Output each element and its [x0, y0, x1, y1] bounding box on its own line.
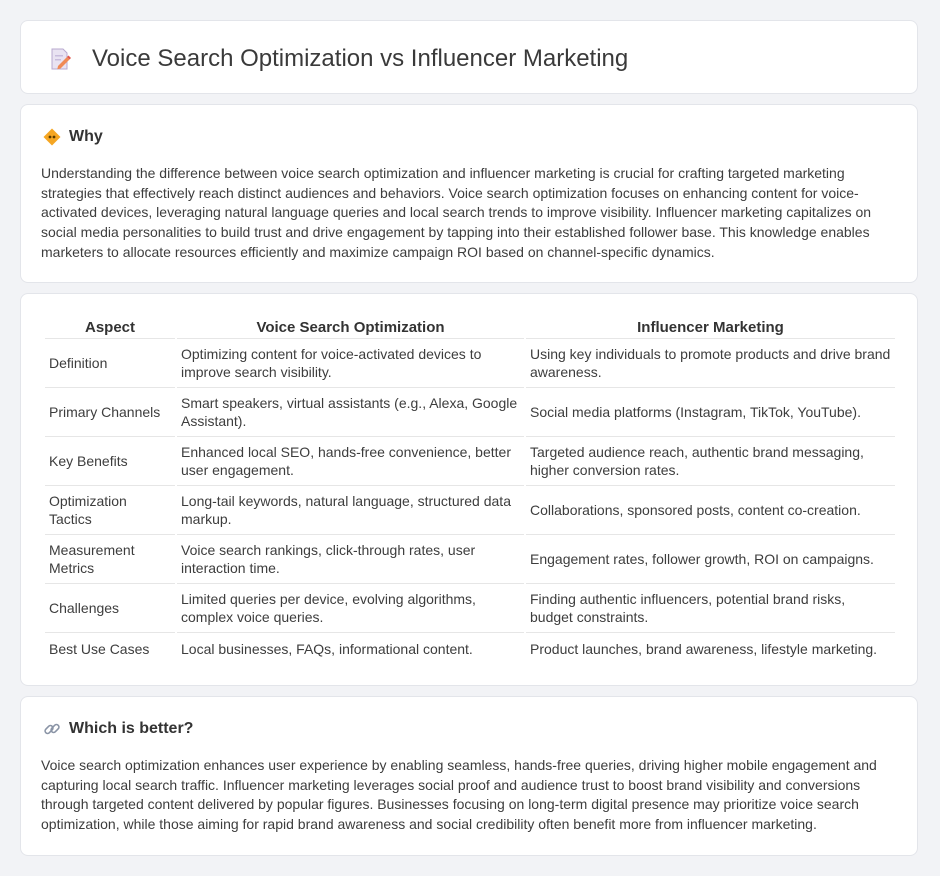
cell-voice-search: Smart speakers, virtual assistants (e.g.… [177, 388, 524, 437]
header-voice-search: Voice Search Optimization [177, 316, 524, 339]
page-title: Voice Search Optimization vs Influencer … [92, 45, 629, 72]
comparison-table: Aspect Voice Search Optimization Influen… [43, 316, 897, 665]
cell-voice-search: Voice search rankings, click-through rat… [177, 535, 524, 584]
better-title: Which is better? [69, 720, 194, 737]
table-row: Challenges Limited queries per device, e… [45, 584, 895, 633]
cell-voice-search: Enhanced local SEO, hands-free convenien… [177, 437, 524, 486]
diamond-sign-icon [43, 128, 61, 146]
cell-influencer: Targeted audience reach, authentic brand… [526, 437, 895, 486]
cell-influencer: Finding authentic influencers, potential… [526, 584, 895, 633]
table-header-row: Aspect Voice Search Optimization Influen… [45, 316, 895, 339]
cell-aspect: Measurement Metrics [45, 535, 175, 584]
document-pencil-icon [51, 48, 71, 70]
better-body: Voice search optimization enhances user … [41, 757, 877, 833]
comparison-section: Aspect Voice Search Optimization Influen… [20, 293, 918, 686]
cell-influencer: Product launches, brand awareness, lifes… [530, 641, 878, 657]
table-row: Primary Channels Smart speakers, virtual… [45, 388, 895, 437]
cell-voice-search: Long-tail keywords, natural language, st… [177, 486, 524, 535]
title-card: Voice Search Optimization vs Influencer … [20, 20, 918, 94]
table-row: Best Use Cases Local businesses, FAQs, i… [45, 633, 895, 665]
why-section: Why Understanding the difference between… [20, 104, 918, 283]
link-icon [44, 723, 60, 735]
cell-voice-search: Optimizing content for voice-activated d… [177, 339, 524, 388]
cell-aspect: Best Use Cases [49, 641, 150, 657]
cell-aspect: Primary Channels [45, 388, 175, 437]
why-body: Understanding the difference between voi… [41, 165, 872, 260]
header-aspect: Aspect [45, 316, 175, 339]
cell-influencer: Social media platforms (Instagram, TikTo… [526, 388, 895, 437]
table-row: Definition Optimizing content for voice-… [45, 339, 895, 388]
table-row: Key Benefits Enhanced local SEO, hands-f… [45, 437, 895, 486]
which-is-better-section: Which is better? Voice search optimizati… [20, 696, 918, 856]
header-influencer: Influencer Marketing [526, 316, 895, 339]
table-row: Optimization Tactics Long-tail keywords,… [45, 486, 895, 535]
table-row: Measurement Metrics Voice search ranking… [45, 535, 895, 584]
cell-aspect: Definition [45, 339, 175, 388]
cell-aspect: Challenges [45, 584, 175, 633]
cell-influencer: Using key individuals to promote product… [526, 339, 895, 388]
cell-voice-search: Limited queries per device, evolving alg… [177, 584, 524, 633]
cell-influencer: Engagement rates, follower growth, ROI o… [526, 535, 895, 584]
cell-influencer: Collaborations, sponsored posts, content… [526, 486, 895, 535]
cell-aspect: Key Benefits [45, 437, 175, 486]
why-title: Why [69, 128, 103, 145]
cell-aspect: Optimization Tactics [45, 486, 175, 535]
cell-voice-search: Local businesses, FAQs, informational co… [181, 641, 473, 657]
